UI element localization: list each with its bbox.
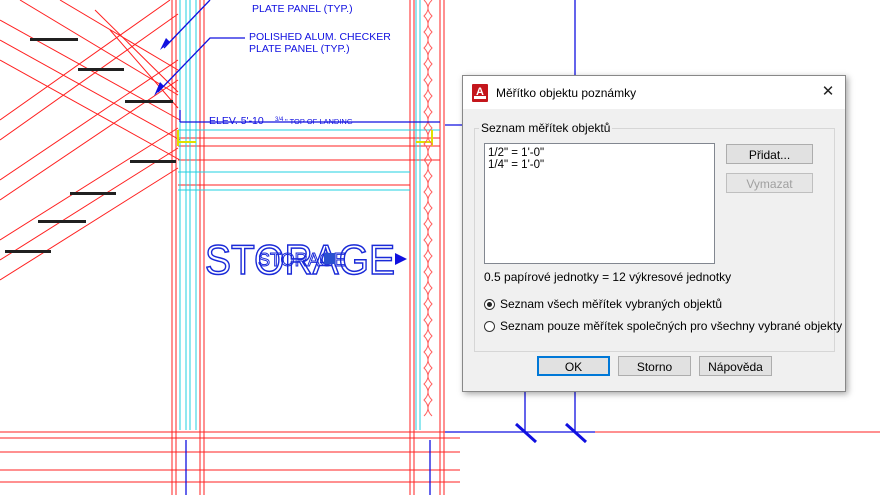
scale-list-group-label: Seznam měřítek objektů: [479, 121, 613, 135]
cancel-button[interactable]: Storno: [618, 356, 691, 376]
radio-all-label: Seznam všech měřítek vybraných objektů: [500, 297, 723, 311]
autocad-app-icon: A: [472, 84, 488, 102]
help-button[interactable]: Nápověda: [699, 356, 772, 376]
radio-common-scales[interactable]: Seznam pouze měřítek společných pro všec…: [484, 319, 842, 333]
selection-grip[interactable]: [324, 253, 335, 264]
annotation-2-line1: POLISHED ALUM. CHECKER: [249, 31, 391, 43]
elevation-fraction: 3/4: [275, 117, 284, 123]
insulation-pattern: [423, 0, 433, 417]
close-button[interactable]: ✕: [815, 80, 841, 104]
unit-ratio-text: 0.5 papírové jednotky = 12 výkresové jed…: [484, 270, 732, 284]
radio-button-checked[interactable]: [484, 299, 495, 310]
leader-arrows: [154, 38, 407, 265]
dialog-title: Měřítko objektu poznámky: [496, 86, 637, 100]
annotation-1-line2: PLATE PANEL (TYP.): [252, 3, 353, 15]
dialog-titlebar[interactable]: A Měřítko objektu poznámky ✕: [463, 76, 845, 109]
ok-button[interactable]: OK: [537, 356, 610, 376]
list-item[interactable]: 1/2" = 1'-0": [485, 147, 714, 159]
radio-button[interactable]: [484, 321, 495, 332]
add-button[interactable]: Přidat...: [726, 144, 813, 164]
elevation-suffix: " TOP OF LANDING: [285, 117, 353, 126]
delete-button[interactable]: Vymazat: [726, 173, 813, 193]
wall-lines: [178, 0, 440, 430]
elevation-label: ELEV. 5'-10: [209, 115, 264, 127]
list-item[interactable]: 1/4" = 1'-0": [485, 159, 714, 171]
radio-all-scales[interactable]: Seznam všech měřítek vybraných objektů: [484, 297, 722, 311]
annotation-scale-dialog: A Měřítko objektu poznámky ✕ Seznam měří…: [462, 75, 846, 392]
radio-common-label: Seznam pouze měřítek společných pro všec…: [500, 319, 843, 333]
annotation-2-line2: PLATE PANEL (TYP.): [249, 43, 350, 55]
scale-listbox[interactable]: 1/2" = 1'-0" 1/4" = 1'-0": [484, 143, 715, 264]
